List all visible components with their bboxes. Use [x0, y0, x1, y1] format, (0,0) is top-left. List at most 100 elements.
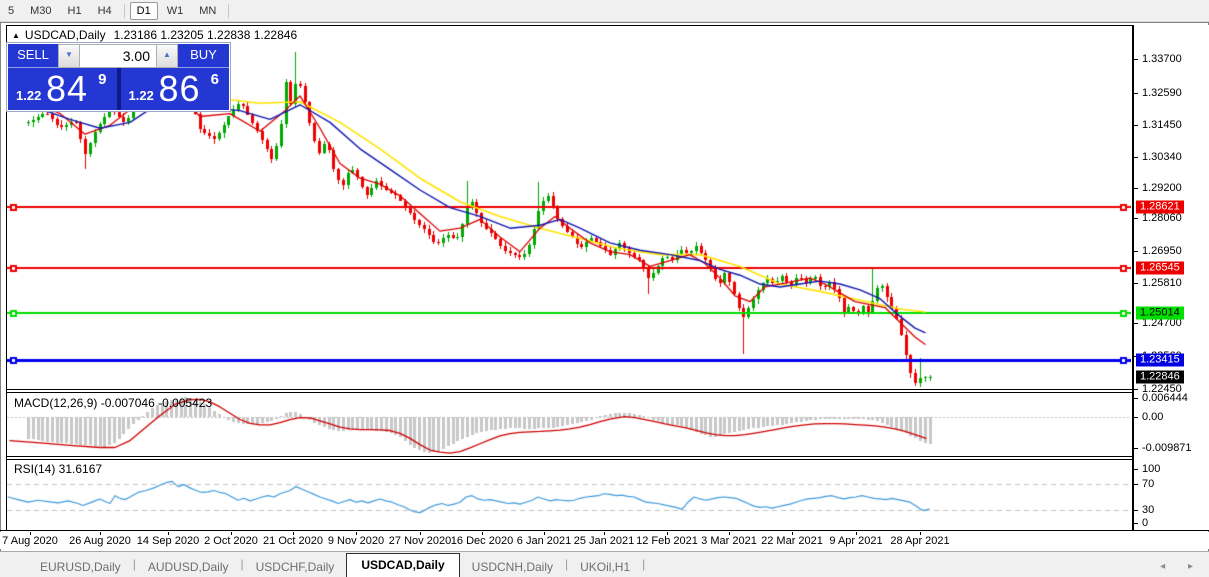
- axis-tick-mark: [1134, 125, 1138, 126]
- rsi-label: RSI(14) 31.6167: [14, 462, 102, 476]
- buy-price-sup: 6: [211, 71, 219, 88]
- timeframe-button-h1[interactable]: H1: [61, 2, 89, 20]
- date-tick-label: 25 Jan 2021: [574, 535, 635, 547]
- timeframe-button-m30[interactable]: M30: [23, 2, 58, 20]
- price-tick-label: 1.32590: [1142, 87, 1182, 99]
- tab-usdcad[interactable]: USDCAD,Daily: [346, 553, 459, 577]
- axis-tick-mark: [1134, 389, 1138, 390]
- sell-price-prefix: 1.22: [16, 88, 41, 103]
- price-level-badge: 1.23415: [1136, 354, 1184, 367]
- axis-tick-mark: [1134, 218, 1138, 219]
- macd-pane-separator-a: [6, 389, 1134, 390]
- timeframe-button-mn[interactable]: MN: [192, 2, 223, 20]
- price-level-badge: 1.22846: [1136, 371, 1184, 384]
- price-tick-label: 1.25810: [1142, 277, 1182, 289]
- rsi-tick-label: 30: [1142, 504, 1154, 516]
- one-click-trade-widget: SELL ▼ 3.00 ▲ BUY 1.22 84 9 1.22 86 6: [8, 44, 229, 110]
- tab-scroll-right-button[interactable]: ▸: [1188, 561, 1203, 572]
- price-tick-label: 1.29200: [1142, 182, 1182, 194]
- toolbar-separator: [228, 4, 229, 18]
- date-tick-label: 9 Nov 2020: [328, 535, 384, 547]
- tab-scroll-left-button[interactable]: ◂: [1160, 561, 1175, 572]
- price-tick-label: 1.26950: [1142, 245, 1182, 257]
- macd-tick-label: 0.00: [1142, 411, 1163, 423]
- symbol-tab-bar: EURUSD,Daily|AUDUSD,Daily|USDCHF,DailyUS…: [0, 551, 1209, 577]
- date-tick-label: 28 Apr 2021: [890, 535, 949, 547]
- buy-price-button[interactable]: 1.22 86 6: [121, 68, 230, 110]
- rsi-tick-label: 0: [1142, 517, 1148, 529]
- price-tick-label: 1.31450: [1142, 119, 1182, 131]
- date-tick-label: 6 Jan 2021: [517, 535, 571, 547]
- buy-price-big: 86: [159, 68, 201, 110]
- chart-symbol-title: USDCAD,Daily: [25, 28, 106, 42]
- date-tick-label: 9 Apr 2021: [829, 535, 882, 547]
- date-axis-separator-a: [0, 530, 1209, 531]
- axis-tick-mark: [1134, 157, 1138, 158]
- buy-button[interactable]: BUY: [178, 44, 229, 68]
- axis-tick-mark: [1134, 323, 1138, 324]
- tab-ukoil[interactable]: UKOil,H1: [568, 556, 642, 577]
- chart-title-bar: ▲ USDCAD,Daily 1.23186 1.23205 1.22838 1.2…: [12, 28, 297, 42]
- axis-tick-mark: [1134, 93, 1138, 94]
- rsi-tick-label: 70: [1142, 478, 1154, 490]
- volume-increase-button[interactable]: ▲: [156, 44, 178, 68]
- price-level-badge: 1.25014: [1136, 307, 1184, 320]
- sell-price-big: 84: [46, 68, 88, 110]
- price-axis[interactable]: 1.33700 1.32590 1.31450 1.30340 1.29200 1.280…: [1134, 25, 1209, 530]
- date-tick-label: 21 Oct 2020: [263, 535, 323, 547]
- macd-tick-label: -0.009871: [1142, 442, 1192, 454]
- chart-ohlc-values: 1.23186 1.23205 1.22838 1.22846: [114, 28, 298, 42]
- axis-tick-mark: [1134, 417, 1138, 418]
- sell-button[interactable]: SELL: [8, 44, 58, 68]
- date-axis[interactable]: 7 Aug 2020 26 Aug 2020 14 Sep 2020 2 Oct 20…: [0, 532, 1209, 549]
- tab-usdchf[interactable]: USDCHF,Daily: [244, 556, 347, 577]
- trading-terminal: 5M30H1H4 D1W1MN ▲ USDCAD,Daily 1.23186 1.23…: [0, 0, 1209, 577]
- price-tick-label: 1.33700: [1142, 53, 1182, 65]
- date-tick-label: 27 Nov 2020: [389, 535, 451, 547]
- date-tick-label: 12 Feb 2021: [636, 535, 698, 547]
- price-level-badge: 1.26545: [1136, 262, 1184, 275]
- date-tick-label: 7 Aug 2020: [2, 535, 58, 547]
- axis-tick-mark: [1134, 448, 1138, 449]
- timeframe-button-5[interactable]: 5: [1, 2, 21, 20]
- axis-tick-mark: [1134, 251, 1138, 252]
- axis-tick-mark: [1134, 283, 1138, 284]
- axis-tick-mark: [1134, 188, 1138, 189]
- rsi-pane-separator-a: [6, 456, 1134, 457]
- axis-tick-mark: [1134, 398, 1138, 399]
- toolbar-separator: [124, 4, 125, 18]
- rsi-tick-label: 100: [1142, 463, 1160, 475]
- date-tick-label: 2 Oct 2020: [204, 535, 258, 547]
- macd-label: MACD(12,26,9) -0.007046 -0.005423: [14, 396, 212, 410]
- timeframe-button-h4[interactable]: H4: [91, 2, 119, 20]
- sell-price-button[interactable]: 1.22 84 9: [8, 68, 121, 110]
- timeframe-button-d1[interactable]: D1: [130, 2, 158, 20]
- axis-tick-mark: [1134, 59, 1138, 60]
- date-tick-label: 14 Sep 2020: [137, 535, 199, 547]
- price-level-badge: 1.28621: [1136, 201, 1184, 214]
- axis-tick-mark: [1134, 523, 1138, 524]
- tab-separator: |: [642, 557, 645, 571]
- buy-price-prefix: 1.22: [129, 88, 154, 103]
- date-tick-label: 3 Mar 2021: [701, 535, 757, 547]
- timeframe-button-w1[interactable]: W1: [160, 2, 191, 20]
- price-tick-label: 1.30340: [1142, 151, 1182, 163]
- axis-tick-mark: [1134, 484, 1138, 485]
- volume-decrease-button[interactable]: ▼: [58, 44, 80, 68]
- symbol-tabs: EURUSD,Daily|AUDUSD,Daily|USDCHF,DailyUS…: [0, 552, 645, 577]
- date-tick-label: 26 Aug 2020: [69, 535, 131, 547]
- timeframe-toolbar: 5M30H1H4 D1W1MN: [0, 0, 1209, 22]
- sell-price-sup: 9: [98, 71, 106, 88]
- axis-tick-mark: [1134, 510, 1138, 511]
- macd-tick-label: 0.006444: [1142, 392, 1188, 404]
- volume-input[interactable]: 3.00: [80, 44, 156, 68]
- rsi-indicator-canvas[interactable]: [7, 460, 1131, 529]
- tab-usdcnh[interactable]: USDCNH,Daily: [460, 556, 565, 577]
- tab-eurusd[interactable]: EURUSD,Daily: [28, 556, 133, 577]
- date-tick-label: 22 Mar 2021: [761, 535, 823, 547]
- axis-tick-mark: [1134, 469, 1138, 470]
- price-tick-label: 1.28060: [1142, 212, 1182, 224]
- date-tick-label: 16 Dec 2020: [451, 535, 513, 547]
- collapse-triangle-icon[interactable]: ▲: [12, 31, 20, 40]
- tab-audusd[interactable]: AUDUSD,Daily: [136, 556, 241, 577]
